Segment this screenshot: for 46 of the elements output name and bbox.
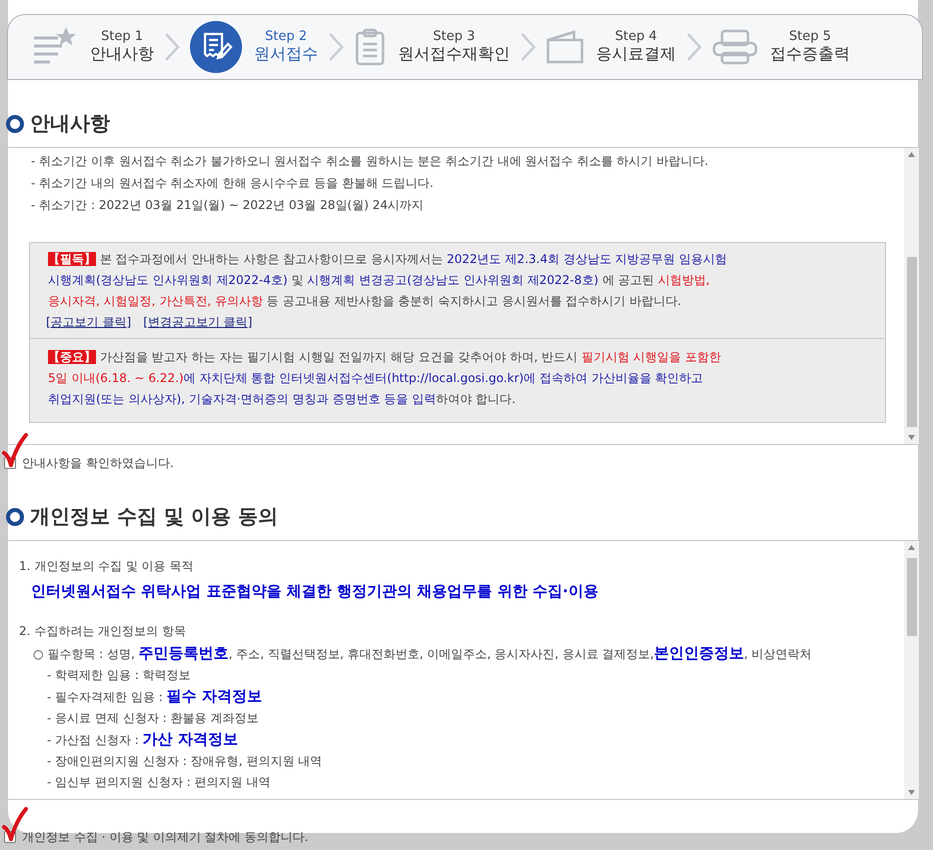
- checkbox-label: 개인정보 수집 · 이용 및 이의제기 절차에 동의합니다.: [22, 828, 308, 846]
- chevron-icon: [164, 32, 180, 62]
- notice-text: 【중요】 가산점을 받고자 하는 자는 필기시험 시행일 전일까지 해당 요건을 갖추어야 하며, 반드시 필기시험 시행일을 포함한: [48, 349, 722, 366]
- privacy-text: - 임신부 편의지원 신청자 : 편의지원 내역: [46, 774, 272, 791]
- step-tab[interactable]: Step 5 접수증출력: [712, 29, 850, 65]
- notice-line: - 취소기간 내의 원서접수 취소자에 한해 응시수수료 등을 환불해 드립니다.: [31, 175, 434, 192]
- section-title: 개인정보 수집 및 이용 동의: [6, 503, 918, 530]
- scrollbar[interactable]: [904, 148, 919, 444]
- privacy-text: - 응시료 면제 신청자 : 환불용 계좌정보: [46, 710, 260, 727]
- step-tab[interactable]: Step 2 원서접수: [190, 21, 318, 73]
- scroll-up-arrow-icon[interactable]: [908, 152, 915, 157]
- wallet-icon: [546, 30, 584, 64]
- scroll-down-arrow-icon[interactable]: [908, 790, 915, 795]
- notice-text: 취업지원(또는 의사상자), 기술자격·면허증의 명칭과 증명번호 등을 입력하여야 합니다.: [48, 391, 517, 408]
- printer-icon: [712, 29, 758, 65]
- privacy-text: - 장애인편의지원 신청자 : 장애유형, 편의지원 내역: [46, 753, 324, 770]
- checkbox-label: 안내사항을 확인하였습니다.: [22, 454, 174, 472]
- document-pen-icon: [190, 21, 242, 73]
- notice-link[interactable]: [변경공고보기 클릭]: [143, 312, 252, 332]
- notice-text: 【필독】 본 접수과정에서 안내하는 사항은 참고사항이므로 응시자께서는 2022년도 제2.3.4회 경상남도 지방공무원 임용시험: [48, 251, 728, 268]
- privacy-text: 인터넷원서접수 위탁사업 표준협약을 체결한 행정기관의 채용업무를 위한 수집·이용: [30, 581, 600, 602]
- notice-line: - 취소기간 : 2022년 03월 21일(월) ~ 2022년 03월 28일(월) 24시까지: [31, 197, 425, 214]
- clipboard-icon: [354, 28, 386, 66]
- scroll-up-arrow-icon[interactable]: [908, 545, 915, 550]
- privacy-text: ○ 필수항목 : 성명, 주민등록번호, 주소, 직렬선택정보, 휴대전화번호, 이메일주소, 응시자사진, 응시료 결제정보,본인인증정보, 비상연락처: [32, 643, 813, 664]
- privacy-text: 2. 수집하려는 개인정보의 항목: [19, 623, 187, 640]
- scroll-down-arrow-icon[interactable]: [908, 435, 915, 440]
- section-title: 안내사항: [6, 110, 918, 137]
- notice-text: 응시자격, 시험일정, 가산특전, 유의사항 등 공고내용 제반사항을 충분히 숙지하시고 응시원서를 접수하시기 바랍니다.: [48, 293, 682, 310]
- step-tab[interactable]: Step 4 응시료결제: [546, 29, 676, 65]
- notice-line: - 취소기간 이후 원서접수 취소가 불가하오니 원서접수 취소를 원하시는 분은 취소기간 내에 원서접수 취소를 하시기 바랍니다.: [31, 153, 710, 170]
- privacy-text: 1. 개인정보의 수집 및 이용 목적: [19, 558, 195, 575]
- chevron-icon: [686, 32, 702, 62]
- privacy-text: - 가산점 신청자 : 가산 자격정보: [46, 729, 239, 750]
- chevron-icon: [328, 32, 344, 62]
- privacy-text: - 학력제한 임용 : 학력정보: [46, 667, 192, 684]
- step-tab[interactable]: Step 3 원서접수재확인: [354, 28, 510, 66]
- privacy-text: - 필수자격제한 임용 : 필수 자격정보: [46, 686, 263, 707]
- chevron-icon: [520, 32, 536, 62]
- notice-text: 시행계획(경상남도 인사위원회 제2022-4호) 및 시행계획 변경공고(경상남도 인사위원회 제2022-8호) 에 공고된 시험방법,: [48, 272, 711, 289]
- scrollbar-thumb[interactable]: [906, 558, 916, 636]
- notice-link[interactable]: [공고보기 클릭]: [46, 312, 132, 332]
- notice-text: 5일 이내(6.18. ~ 6.22.)에 자치단체 통합 인터넷원서접수센터(http://local.gosi.go.kr)에 접속하여 가산비율을 확인하고: [48, 370, 704, 387]
- step-tab[interactable]: Step 1 안내사항: [32, 26, 154, 68]
- scrollbar-thumb[interactable]: [906, 257, 916, 427]
- scrollbar[interactable]: [904, 541, 919, 799]
